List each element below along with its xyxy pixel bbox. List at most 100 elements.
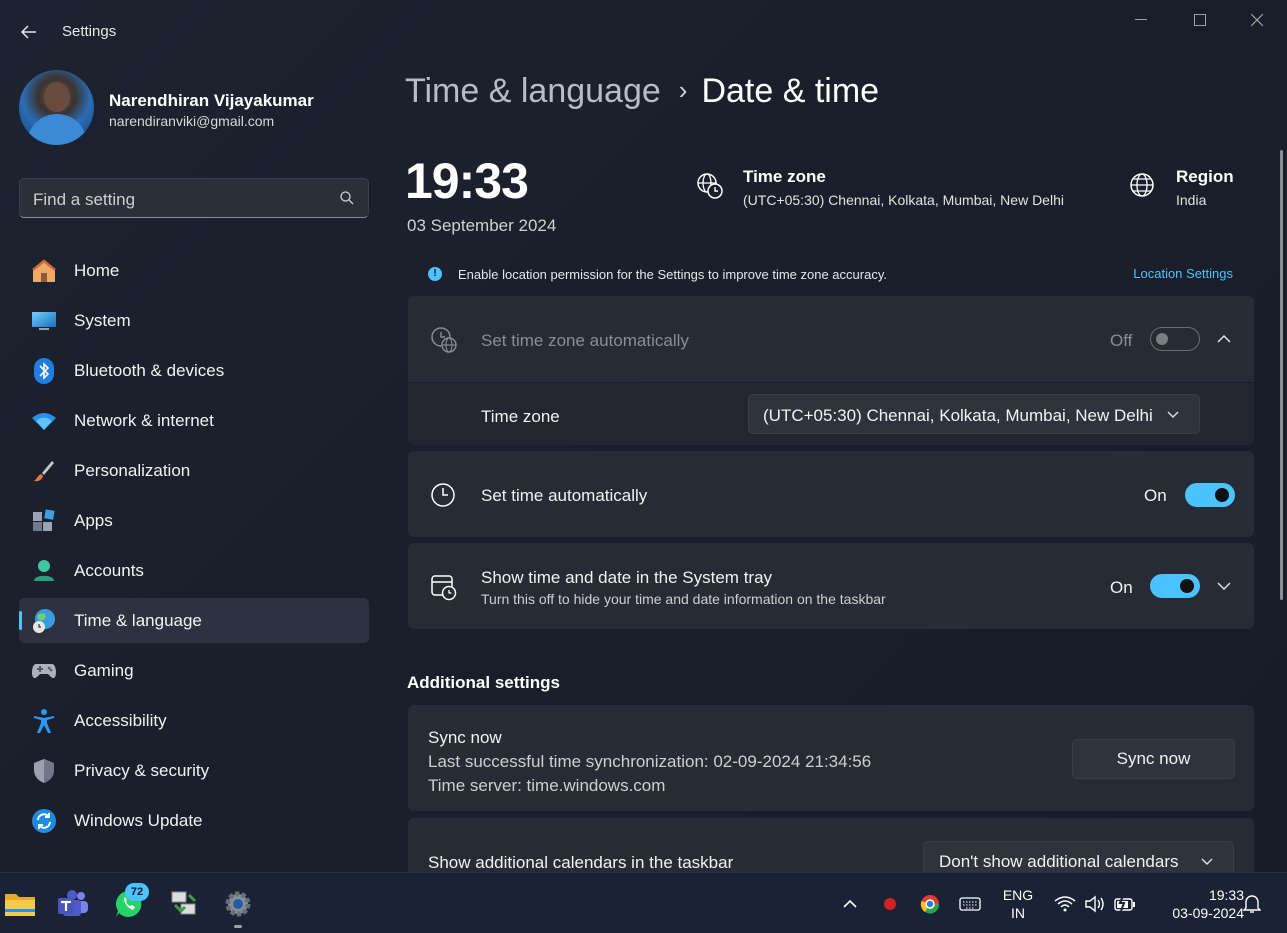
shield-icon [31, 758, 57, 784]
region-value: India [1176, 192, 1207, 208]
maximize-icon [1194, 14, 1206, 26]
auto-time-card[interactable]: Set time automatically On [408, 451, 1254, 537]
taskbar-date: 03-09-2024 [1172, 905, 1244, 921]
settings-taskbar-button[interactable] [220, 886, 256, 922]
maximize-button[interactable] [1177, 6, 1223, 34]
chevron-up-icon[interactable] [1214, 329, 1234, 349]
sidebar-item-apps[interactable]: Apps [19, 498, 369, 543]
timezone-select-label: Time zone [481, 407, 560, 426]
sidebar-item-privacy[interactable]: Privacy & security [19, 748, 369, 793]
chevron-down-icon[interactable] [1214, 576, 1234, 596]
sidebar-item-bluetooth[interactable]: Bluetooth & devices [19, 348, 369, 393]
keyboard-icon [959, 897, 981, 911]
timezone-dropdown[interactable]: (UTC+05:30) Chennai, Kolkata, Mumbai, Ne… [748, 394, 1200, 434]
chrome-tray-button[interactable] [918, 892, 942, 916]
language-indicator[interactable]: ENG IN [997, 886, 1039, 922]
auto-timezone-toggle[interactable] [1150, 327, 1200, 351]
calendars-card: Show additional calendars in the taskbar… [408, 818, 1254, 872]
volume-tray-button[interactable] [1083, 892, 1107, 916]
current-date: 03 September 2024 [407, 216, 557, 235]
location-settings-link[interactable]: Location Settings [1133, 266, 1233, 281]
folder-icon [5, 894, 35, 916]
calendar-clock-icon [431, 575, 457, 601]
taskbar: 72 ENG IN 19:33 03-09-2024 [0, 872, 1287, 933]
sidebar-nav: Home System Bluetooth & devices Network … [19, 248, 369, 848]
record-tray-button[interactable] [878, 892, 902, 916]
back-button[interactable] [14, 18, 44, 46]
auto-time-toggle[interactable] [1185, 483, 1235, 507]
language-code: ENG [1002, 887, 1034, 903]
title-bar: Settings [0, 0, 1287, 64]
clock-icon [431, 483, 455, 507]
sidebar-item-time-language[interactable]: Time & language [19, 598, 369, 643]
wifi-icon [1054, 896, 1076, 912]
sidebar-item-system[interactable]: System [19, 298, 369, 343]
sidebar-item-home[interactable]: Home [19, 248, 369, 293]
close-icon [1251, 14, 1263, 26]
active-app-indicator [234, 925, 242, 928]
auto-timezone-card[interactable]: Set time zone automatically Off [408, 296, 1254, 382]
home-icon [31, 258, 57, 284]
network-app-button[interactable] [166, 886, 202, 922]
calendars-label: Show additional calendars in the taskbar [428, 853, 734, 872]
notifications-button[interactable] [1240, 892, 1264, 916]
system-tray-card[interactable]: Show time and date in the System tray Tu… [408, 543, 1254, 629]
monitor-icon [31, 308, 57, 334]
sync-now-button[interactable]: Sync now [1072, 739, 1235, 779]
volume-icon [1085, 895, 1104, 913]
calendars-dropdown[interactable]: Don't show additional calendars [923, 841, 1234, 872]
person-icon [31, 558, 57, 584]
sidebar-item-label: Time & language [74, 611, 202, 630]
file-explorer-button[interactable] [2, 886, 38, 922]
network-transfer-icon [171, 891, 197, 915]
avatar [19, 70, 94, 145]
sidebar-item-network[interactable]: Network & internet [19, 398, 369, 443]
bell-icon [1243, 895, 1261, 913]
sidebar-item-personalization[interactable]: Personalization [19, 448, 369, 493]
auto-timezone-label: Set time zone automatically [481, 331, 689, 350]
sidebar-item-accounts[interactable]: Accounts [19, 548, 369, 593]
chevron-up-icon [843, 900, 857, 908]
gear-icon [225, 891, 251, 917]
calendars-dropdown-value: Don't show additional calendars [939, 852, 1179, 871]
globe-icon [1130, 173, 1154, 197]
user-name: Narendhiran Vijayakumar [109, 91, 314, 110]
brush-icon [31, 458, 57, 484]
chrome-icon [920, 895, 940, 914]
sidebar-item-label: System [74, 311, 131, 330]
search-placeholder: Find a setting [33, 190, 136, 209]
taskbar-clock[interactable]: 19:33 03-09-2024 [1150, 886, 1244, 922]
current-time: 19:33 [405, 153, 529, 209]
bluetooth-icon [31, 358, 57, 384]
minimize-button[interactable] [1118, 6, 1164, 34]
sidebar-item-label: Personalization [74, 461, 191, 480]
sidebar-item-windows-update[interactable]: Windows Update [19, 798, 369, 843]
sidebar-item-gaming[interactable]: Gaming [19, 648, 369, 693]
location-info-bar: ! Enable location permission for the Set… [408, 258, 1254, 290]
additional-settings-heading: Additional settings [407, 673, 560, 692]
update-icon [31, 808, 57, 834]
scrollbar[interactable] [1280, 150, 1283, 600]
search-input[interactable]: Find a setting [19, 178, 369, 218]
system-tray-toggle[interactable] [1150, 574, 1200, 598]
battery-tray-button[interactable] [1113, 892, 1137, 916]
sidebar-item-label: Home [74, 261, 120, 280]
touch-keyboard-button[interactable] [958, 892, 982, 916]
back-arrow-icon [21, 25, 36, 39]
chevron-down-icon [1167, 411, 1179, 418]
breadcrumb-parent[interactable]: Time & language [405, 72, 661, 110]
active-indicator [19, 611, 22, 630]
region-code: IN [1011, 905, 1025, 921]
teams-button[interactable] [55, 886, 91, 922]
settings-window: Settings Narendhiran Vijayakumar narendi… [0, 0, 1287, 872]
sidebar-item-accessibility[interactable]: Accessibility [19, 698, 369, 743]
timezone-dropdown-value: (UTC+05:30) Chennai, Kolkata, Mumbai, Ne… [763, 406, 1153, 425]
wifi-tray-button[interactable] [1053, 892, 1077, 916]
info-icon: ! [428, 267, 442, 281]
globe-clock-icon [31, 608, 57, 634]
auto-time-state: On [1144, 486, 1167, 505]
sidebar-item-label: Apps [74, 511, 113, 530]
show-hidden-icons-button[interactable] [838, 892, 862, 916]
close-button[interactable] [1234, 6, 1280, 34]
auto-timezone-state: Off [1110, 331, 1133, 350]
